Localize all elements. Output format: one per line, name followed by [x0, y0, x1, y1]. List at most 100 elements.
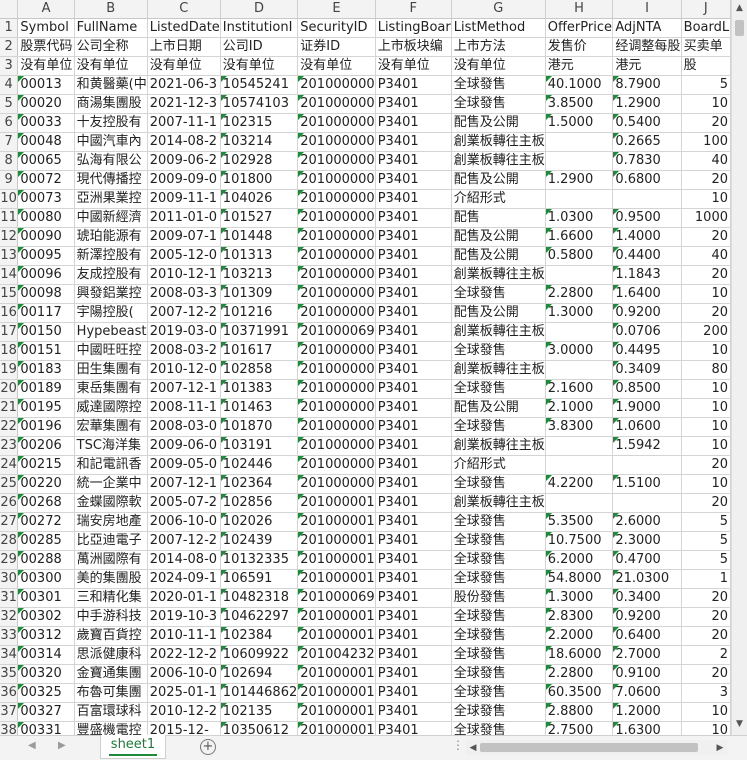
cell-c5[interactable]: 2021-12-3: [147, 94, 221, 114]
cell-b31[interactable]: 三和精化集: [74, 588, 148, 608]
cell-f16[interactable]: P3401: [375, 303, 452, 323]
cell-j21[interactable]: 10: [681, 398, 731, 418]
cell-g21[interactable]: 配售及公開: [451, 398, 546, 418]
cell-j19[interactable]: 80: [681, 360, 731, 380]
cell-j18[interactable]: 10: [681, 341, 731, 361]
cell-a14[interactable]: 00096: [17, 265, 75, 285]
cell-c10[interactable]: 2009-11-1: [147, 189, 221, 209]
cell-c33[interactable]: 2010-11-1: [147, 626, 221, 646]
row-header[interactable]: 12: [0, 227, 19, 247]
cell-g9[interactable]: 配售及公開: [451, 170, 546, 190]
cell-i29[interactable]: 0.4700: [612, 550, 682, 570]
cell-g36[interactable]: 全球發售: [451, 683, 546, 703]
cell-j17[interactable]: 200: [681, 322, 731, 342]
cell-i31[interactable]: 0.3400: [612, 588, 682, 608]
cell-c36[interactable]: 2025-01-1: [147, 683, 221, 703]
cell-b17[interactable]: Hypebeast: [74, 322, 148, 342]
cell-a19[interactable]: 00183: [17, 360, 75, 380]
cell-c2[interactable]: 上市日期: [147, 37, 221, 57]
cell-i25[interactable]: 1.5100: [612, 474, 682, 494]
cell-j16[interactable]: 20: [681, 303, 731, 323]
row-header[interactable]: 24: [0, 455, 19, 475]
cell-i26[interactable]: [612, 493, 682, 513]
cell-a16[interactable]: 00117: [17, 303, 75, 323]
cell-g11[interactable]: 配售: [451, 208, 546, 228]
cell-a28[interactable]: 00285: [17, 531, 75, 551]
cell-j29[interactable]: 5: [681, 550, 731, 570]
cell-c21[interactable]: 2008-11-1: [147, 398, 221, 418]
cell-c7[interactable]: 2014-08-2: [147, 132, 221, 152]
cell-i22[interactable]: 1.0600: [612, 417, 682, 437]
cell-a35[interactable]: 00320: [17, 664, 75, 684]
row-header[interactable]: 28: [0, 531, 19, 551]
cell-d19[interactable]: 102858: [220, 360, 299, 380]
cell-i2[interactable]: 经调整每股: [612, 37, 682, 57]
column-header-j[interactable]: J: [681, 0, 731, 19]
cell-c15[interactable]: 2008-03-3: [147, 284, 221, 304]
cell-i27[interactable]: 2.6000: [612, 512, 682, 532]
cell-a21[interactable]: 00195: [17, 398, 75, 418]
cell-i6[interactable]: 0.5400: [612, 113, 682, 133]
cell-j23[interactable]: 10: [681, 436, 731, 456]
cell-j31[interactable]: 20: [681, 588, 731, 608]
cell-e26[interactable]: 201000001: [297, 493, 376, 513]
cell-g14[interactable]: 創業板轉往主板: [451, 265, 546, 285]
cell-e17[interactable]: 201000069: [297, 322, 376, 342]
cell-f36[interactable]: P3401: [375, 683, 452, 703]
cell-d8[interactable]: 102928: [220, 151, 299, 171]
cell-c4[interactable]: 2021-06-3: [147, 75, 221, 95]
cell-c24[interactable]: 2009-05-0: [147, 455, 221, 475]
cell-d24[interactable]: 102446: [220, 455, 299, 475]
cell-d20[interactable]: 101383: [220, 379, 299, 399]
cell-d12[interactable]: 101448: [220, 227, 299, 247]
cell-b18[interactable]: 中國旺旺控: [74, 341, 148, 361]
sheet-nav-prev-icon[interactable]: ◀: [28, 740, 36, 751]
row-header[interactable]: 26: [0, 493, 19, 513]
horizontal-scrollbar[interactable]: ◀ ▶: [466, 740, 727, 755]
cell-i16[interactable]: 0.9200: [612, 303, 682, 323]
cell-i38[interactable]: 1.6300: [612, 721, 682, 735]
cell-d7[interactable]: 103214: [220, 132, 299, 152]
cell-f29[interactable]: P3401: [375, 550, 452, 570]
cell-g38[interactable]: 全球發售: [451, 721, 546, 735]
cell-b32[interactable]: 中手游科技: [74, 607, 148, 627]
cell-h12[interactable]: 1.6600: [545, 227, 614, 247]
cell-g34[interactable]: 全球發售: [451, 645, 546, 665]
cell-b4[interactable]: 和黄醫藥(中: [74, 75, 148, 95]
cell-a6[interactable]: 00033: [17, 113, 75, 133]
cell-b1[interactable]: FullName: [74, 18, 148, 38]
row-header[interactable]: 36: [0, 683, 19, 703]
cell-a37[interactable]: 00327: [17, 702, 75, 722]
cell-h36[interactable]: 60.3500: [545, 683, 614, 703]
cell-g27[interactable]: 全球發售: [451, 512, 546, 532]
cell-d27[interactable]: 102026: [220, 512, 299, 532]
cell-d38[interactable]: 10350612: [220, 721, 299, 735]
cell-e13[interactable]: 201000000: [297, 246, 376, 266]
cell-f35[interactable]: P3401: [375, 664, 452, 684]
cell-c22[interactable]: 2008-03-0: [147, 417, 221, 437]
row-header[interactable]: 6: [0, 113, 19, 133]
row-header[interactable]: 11: [0, 208, 19, 228]
cell-g2[interactable]: 上市方法: [451, 37, 546, 57]
row-header[interactable]: 25: [0, 474, 19, 494]
cell-d34[interactable]: 10609922: [220, 645, 299, 665]
row-header[interactable]: 37: [0, 702, 19, 722]
cell-b14[interactable]: 友成控股有: [74, 265, 148, 285]
cell-e25[interactable]: 201000000: [297, 474, 376, 494]
scroll-up-button[interactable]: ▲: [732, 0, 747, 16]
row-header[interactable]: 10: [0, 189, 19, 209]
cell-g18[interactable]: 全球發售: [451, 341, 546, 361]
cell-a8[interactable]: 00065: [17, 151, 75, 171]
cell-c23[interactable]: 2009-06-0: [147, 436, 221, 456]
cell-j20[interactable]: 10: [681, 379, 731, 399]
cell-b7[interactable]: 中國汽車內: [74, 132, 148, 152]
cell-f5[interactable]: P3401: [375, 94, 452, 114]
row-header[interactable]: 27: [0, 512, 19, 532]
cell-i30[interactable]: 21.0300: [612, 569, 682, 589]
cell-b30[interactable]: 美的集團股: [74, 569, 148, 589]
cell-h13[interactable]: 0.5800: [545, 246, 614, 266]
row-header[interactable]: 35: [0, 664, 19, 684]
cell-f27[interactable]: P3401: [375, 512, 452, 532]
row-header[interactable]: 7: [0, 132, 19, 152]
cell-b29[interactable]: 萬洲國際有: [74, 550, 148, 570]
